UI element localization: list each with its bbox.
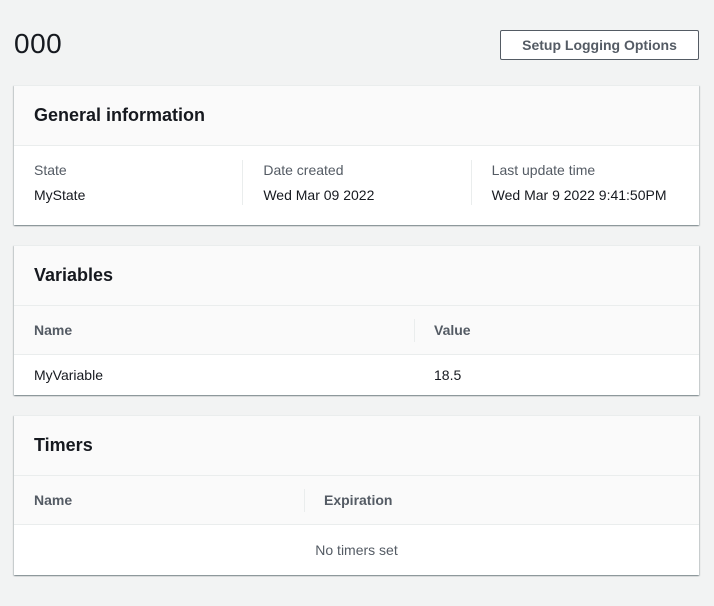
variable-name-cell: MyVariable xyxy=(34,367,103,383)
setup-logging-options-button[interactable]: Setup Logging Options xyxy=(500,30,699,60)
field-value: Wed Mar 9 2022 9:41:50PM xyxy=(491,187,667,203)
field-value: Wed Mar 09 2022 xyxy=(263,187,375,203)
column-header-value[interactable]: Value xyxy=(414,306,699,354)
timers-empty-state: No timers set xyxy=(315,542,398,558)
variables-title: Variables xyxy=(34,265,114,285)
field-last-update-time: Last update time Wed Mar 9 2022 9:41:50P… xyxy=(470,160,699,205)
field-value: MyState xyxy=(34,187,86,203)
timers-table-header: Name Expiration xyxy=(14,476,699,525)
variables-header: Variables xyxy=(14,246,699,306)
timers-header: Timers xyxy=(14,416,699,476)
field-label: Last update time xyxy=(491,162,596,178)
timers-panel: Timers Name Expiration No timers set xyxy=(14,415,699,575)
field-label: State xyxy=(34,162,67,178)
variable-value-cell: 18.5 xyxy=(434,367,462,383)
general-information-panel: General information State MyState Date c… xyxy=(14,85,699,225)
field-date-created: Date created Wed Mar 09 2022 xyxy=(242,160,470,205)
field-label: Date created xyxy=(263,162,344,178)
variables-table-header: Name Value xyxy=(14,306,699,355)
table-row: MyVariable 18.5 xyxy=(14,355,699,395)
timers-title: Timers xyxy=(34,435,93,455)
page-title: 000 xyxy=(14,28,63,59)
column-header-name[interactable]: Name xyxy=(14,476,304,524)
general-information-fields: State MyState Date created Wed Mar 09 20… xyxy=(14,146,699,205)
general-information-title: General information xyxy=(34,105,206,125)
column-header-name[interactable]: Name xyxy=(14,306,414,354)
column-header-expiration[interactable]: Expiration xyxy=(304,476,699,524)
field-state: State MyState xyxy=(14,160,242,205)
general-information-header: General information xyxy=(14,86,699,146)
variables-panel: Variables Name Value MyVariable 18.5 xyxy=(14,245,699,395)
